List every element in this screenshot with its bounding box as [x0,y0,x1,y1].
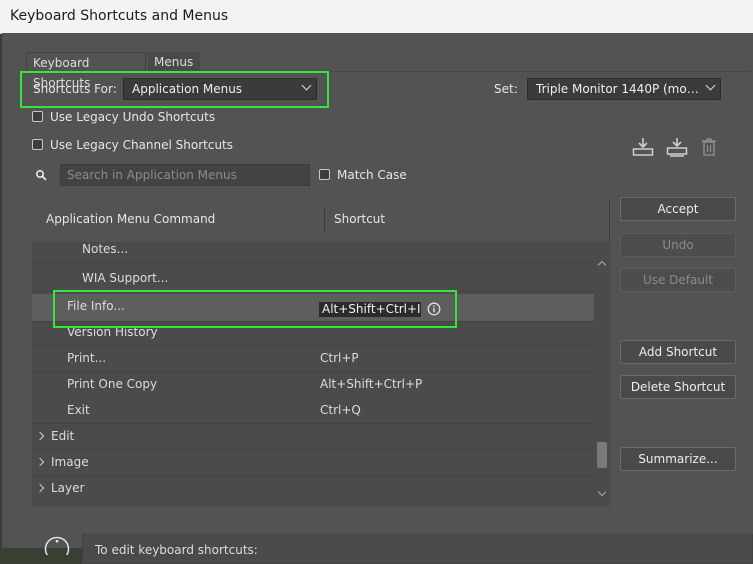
table-header: Application Menu Command Shortcut [32,200,610,242]
table-row[interactable]: Exit Ctrl+Q [32,398,594,424]
chevron-right-icon[interactable] [35,431,45,441]
search-placeholder: Search in Application Menus [67,168,237,182]
save-set-as-icon[interactable] [666,137,688,159]
column-divider [609,200,610,242]
legacy-undo-label: Use Legacy Undo Shortcuts [50,110,216,124]
group-name: Layer [51,481,85,495]
group-name: Edit [51,429,75,443]
search-input[interactable]: Search in Application Menus [60,164,310,186]
table-row[interactable]: Print One Copy Alt+Shift+Ctrl+P [32,372,594,398]
use-default-button[interactable]: Use Default [620,268,736,292]
highlight-box [20,71,329,108]
column-header-command[interactable]: Application Menu Command [46,212,215,226]
chevron-down-icon [705,80,716,91]
table-row[interactable]: WIA Support... [32,266,594,292]
highlight-box [53,290,457,328]
summarize-button[interactable]: Summarize... [620,447,736,471]
scroll-up-icon[interactable] [597,260,607,270]
shortcut-value: Ctrl+Q [320,403,361,417]
command-name: Print One Copy [67,377,158,391]
command-name: WIA Support... [82,271,169,285]
set-label: Set: [494,82,518,96]
title-bar: Keyboard Shortcuts and Menus [0,0,753,34]
table-row[interactable]: Notes... [32,242,594,263]
chevron-right-icon[interactable] [35,483,45,493]
command-name: Notes... [82,242,129,256]
window-title: Keyboard Shortcuts and Menus [10,8,229,24]
tab-keyboard-shortcuts[interactable]: Keyboard Shortcuts [26,52,146,90]
trash-icon[interactable] [701,138,717,156]
match-case-label: Match Case [337,168,407,182]
shortcut-value: Alt+Shift+Ctrl+P [320,377,423,391]
undo-button[interactable]: Undo [620,233,736,257]
legacy-undo-checkbox[interactable] [32,111,43,122]
accept-button[interactable]: Accept [620,197,736,221]
set-select[interactable]: Triple Monitor 1440P (modified) [527,78,721,100]
shortcut-value: Ctrl+P [320,351,359,365]
table-row-group[interactable]: Layer [32,476,594,502]
match-case-checkbox[interactable] [319,169,330,180]
instructions-panel: To edit keyboard shortcuts: [82,534,753,564]
scrollbar-thumb[interactable] [597,442,607,468]
command-name: Print... [67,351,107,365]
delete-shortcut-button[interactable]: Delete Shortcut [620,375,736,399]
add-shortcut-button[interactable]: Add Shortcut [620,340,736,364]
command-name: Exit [67,403,90,417]
scrollbar[interactable] [594,242,610,506]
set-value: Triple Monitor 1440P (modified) [536,82,702,96]
table-row[interactable]: Print... Ctrl+P [32,346,594,372]
column-header-shortcut[interactable]: Shortcut [334,212,385,226]
legacy-channel-checkbox[interactable] [32,139,43,150]
table-row-group[interactable]: Image [32,450,594,476]
save-set-icon[interactable] [632,137,654,157]
chevron-right-icon[interactable] [35,457,45,467]
instructions-text: To edit keyboard shortcuts: [95,543,258,557]
table-body: Notes... WIA Support... File Info... Ver… [32,242,594,506]
legacy-channel-label: Use Legacy Channel Shortcuts [50,138,234,152]
column-divider [324,208,325,232]
table-row-group[interactable]: Edit [32,424,594,450]
group-name: Image [51,455,89,469]
tab-menus[interactable]: Menus [148,52,200,72]
shortcuts-table: Application Menu Command Shortcut Notes.… [32,200,610,506]
scroll-down-icon[interactable] [597,487,607,497]
info-icon [44,536,70,555]
search-icon [35,169,47,181]
